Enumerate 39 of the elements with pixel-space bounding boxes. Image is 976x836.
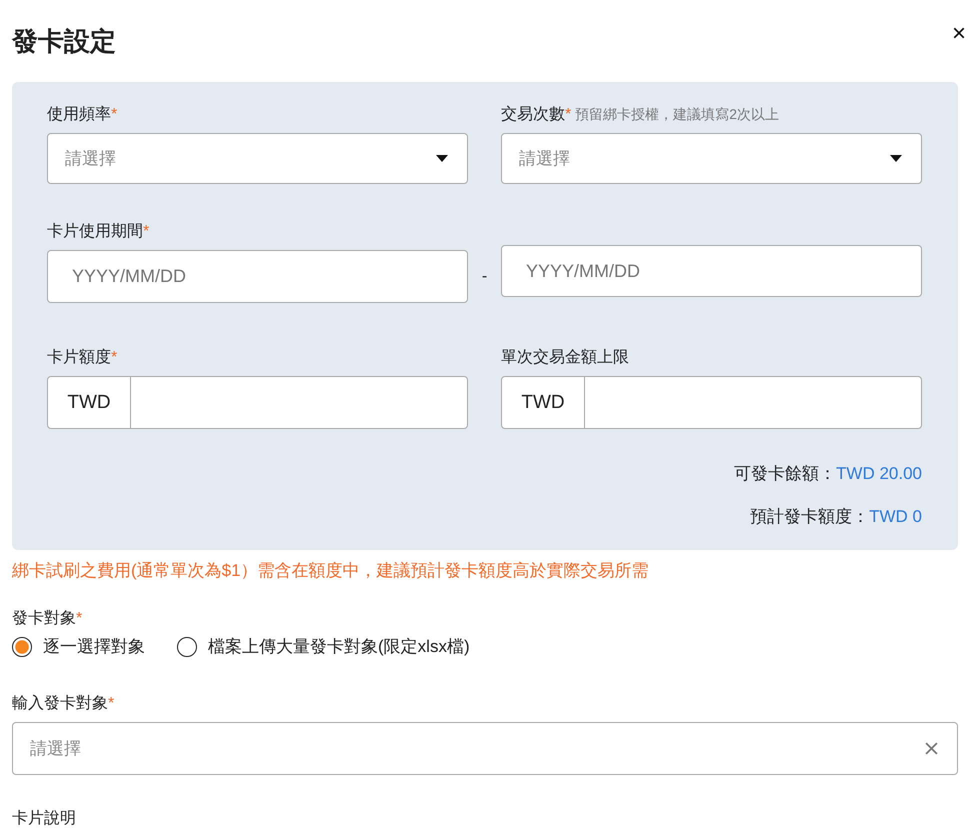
required-mark: * <box>108 695 114 712</box>
field-label: 卡片額度 <box>47 349 111 366</box>
field-label: 發卡對象 <box>12 610 76 627</box>
required-mark: * <box>76 610 82 627</box>
summary-value: TWD 0 <box>869 507 922 526</box>
summary-label: 預計發卡額度： <box>750 507 870 526</box>
radio-label[interactable]: 檔案上傳大量發卡對象(限定xlsx檔) <box>208 635 470 658</box>
field-label: 使用頻率 <box>47 106 111 123</box>
required-mark: * <box>111 349 118 366</box>
caret-icon <box>436 155 448 162</box>
currency-prefix: TWD <box>502 377 585 428</box>
radio-button[interactable] <box>12 636 32 656</box>
date-field[interactable]: YYYY/MM/DD <box>47 250 468 303</box>
summary-label: 可發卡餘額： <box>734 464 836 483</box>
required-mark: * <box>565 106 572 123</box>
date-field[interactable]: YYYY/MM/DD <box>501 245 922 297</box>
field-hint: 預留綁卡授權，建議填寫2次以上 <box>575 106 780 122</box>
field-label: 單次交易金額上限 <box>501 349 629 366</box>
radio-button[interactable] <box>177 636 197 656</box>
select-field[interactable]: 請選擇 <box>12 722 958 775</box>
required-mark: * <box>143 223 150 240</box>
caret-icon <box>890 155 902 162</box>
currency-prefix: TWD <box>48 377 131 428</box>
close-button[interactable]: × <box>952 22 966 46</box>
clear-icon[interactable] <box>925 742 938 755</box>
field-label: 卡片說明 <box>12 810 76 827</box>
range-separator: - <box>480 268 488 286</box>
select-field[interactable]: 請選擇 <box>501 133 922 184</box>
warning-text: 綁卡試刷之費用(通常單次為$1）需含在額度中，建議預計發卡額度高於實際交易所需 <box>12 560 650 582</box>
field-label: 輸入發卡對象 <box>12 695 108 712</box>
select-field[interactable]: 請選擇 <box>47 133 468 184</box>
amount-field[interactable]: TWD <box>47 376 468 429</box>
field-label: 卡片使用期間 <box>47 223 143 240</box>
dialog-title: 發卡設定 <box>12 25 116 58</box>
summary-value: TWD 20.00 <box>836 464 922 483</box>
required-mark: * <box>111 106 118 123</box>
field-label: 交易次數 <box>501 106 565 123</box>
amount-field[interactable]: TWD <box>501 376 922 429</box>
radio-label[interactable]: 逐一選擇對象 <box>43 635 145 658</box>
